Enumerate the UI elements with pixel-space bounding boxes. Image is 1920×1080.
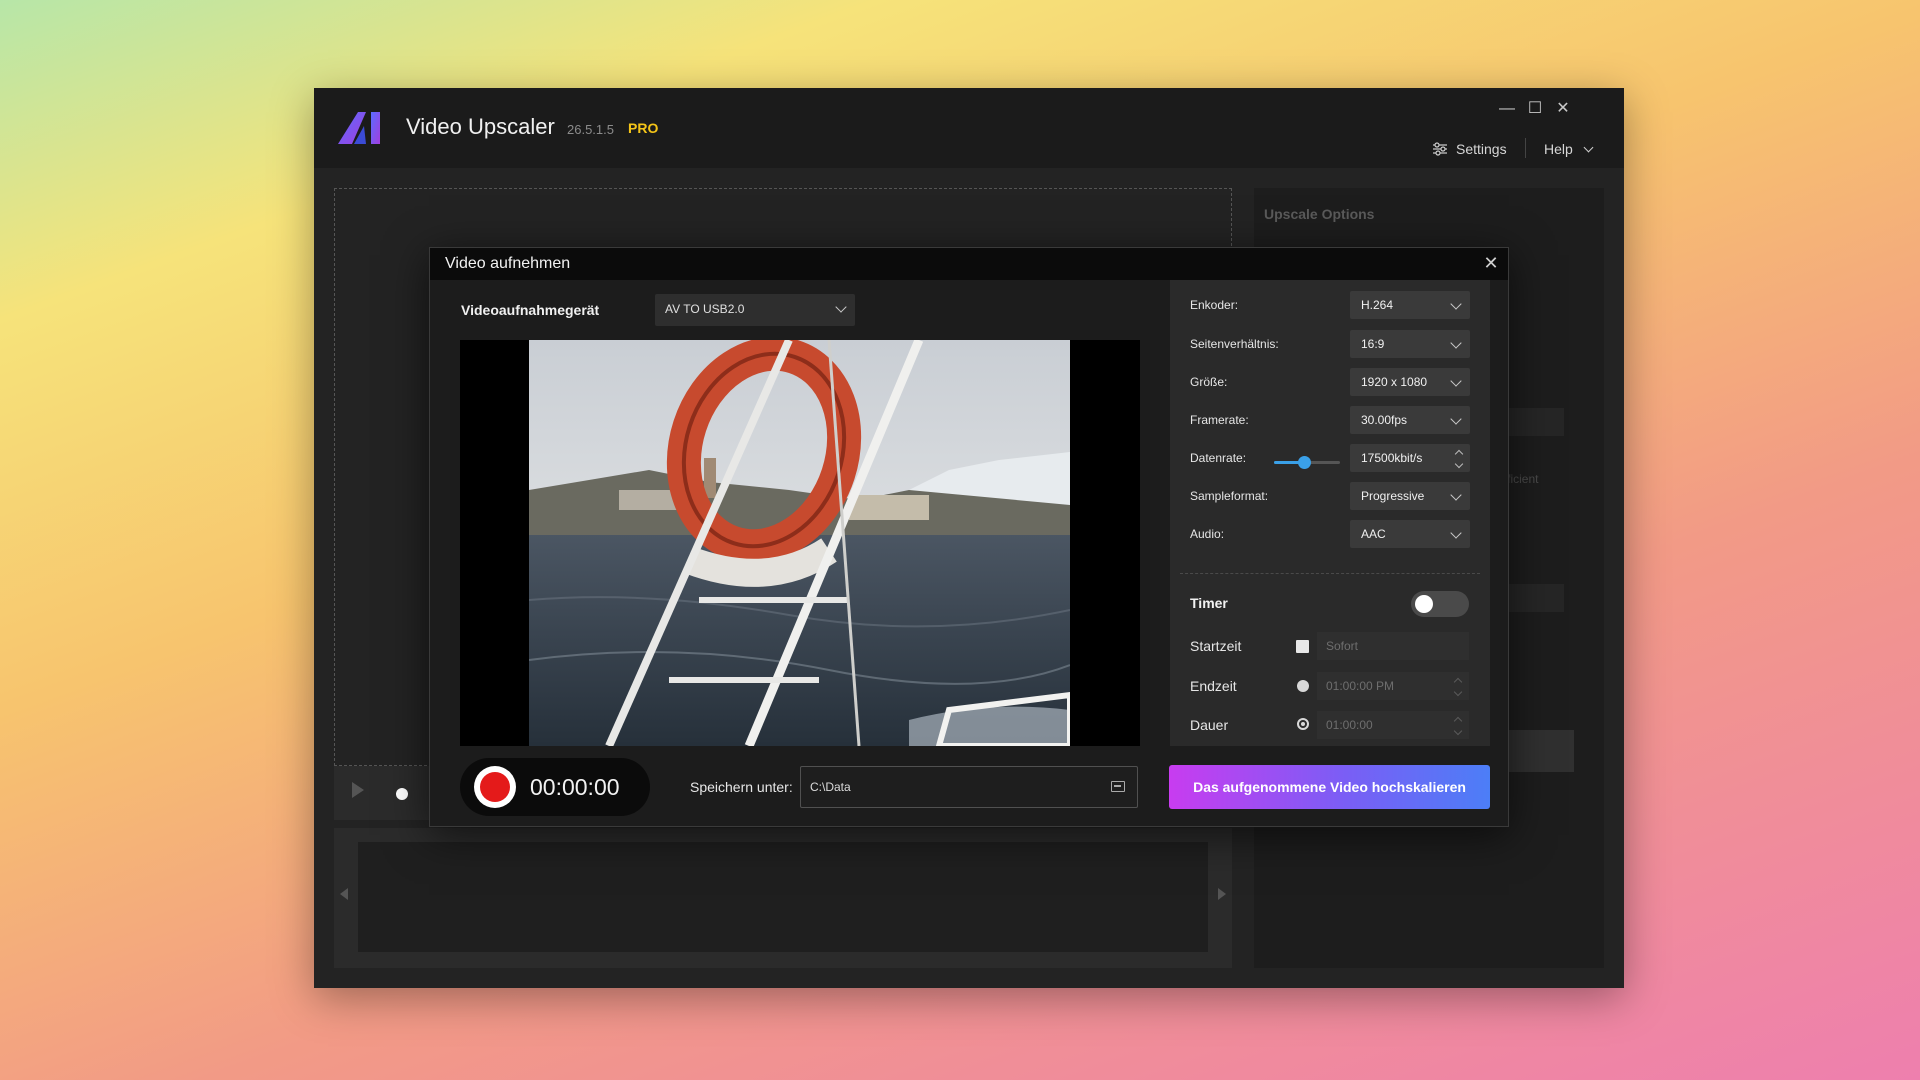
end-time-label: Endzeit (1190, 678, 1237, 694)
sampleformat-select[interactable]: Progressive (1350, 482, 1470, 510)
options-text-fragment: fficient (1504, 472, 1539, 486)
record-icon (480, 772, 510, 802)
duration-label: Dauer (1190, 717, 1229, 733)
bitrate-label: Datenrate: (1190, 451, 1247, 465)
bitrate-slider-thumb[interactable] (1297, 456, 1311, 469)
thumbnail-area (358, 842, 1208, 952)
chevron-down-icon (1450, 527, 1462, 539)
spin-up-icon[interactable] (1453, 716, 1463, 726)
maximize-button[interactable]: ☐ (1522, 98, 1548, 120)
video-preview (460, 340, 1140, 746)
minimize-button[interactable]: — (1494, 98, 1520, 120)
upscale-recorded-video-button[interactable]: Das aufgenommene Video hochskalieren (1169, 765, 1490, 809)
dialog-title-bar: Video aufnehmen ✕ (430, 248, 1508, 280)
chevron-down-icon (1450, 413, 1462, 425)
record-video-dialog: Video aufnehmen ✕ Videoaufnahmegerät AV … (429, 247, 1509, 827)
framerate-value: 30.00fps (1361, 413, 1408, 427)
spin-up-icon[interactable] (1453, 677, 1463, 687)
app-version: 26.5.1.5 (567, 122, 614, 137)
chevron-down-icon (835, 301, 847, 313)
chevron-down-icon (1450, 489, 1462, 501)
size-select[interactable]: 1920 x 1080 (1350, 368, 1470, 396)
title-bar: Video Upscaler 26.5.1.5 PRO — ☐ ✕ Settin… (314, 88, 1624, 168)
encoder-select[interactable]: H.264 (1350, 291, 1470, 319)
end-time-radio[interactable] (1297, 680, 1309, 692)
pro-badge: PRO (628, 120, 659, 136)
aspect-ratio-value: 16:9 (1361, 337, 1385, 351)
scroll-left-icon[interactable] (340, 888, 348, 900)
record-button[interactable] (474, 766, 516, 808)
sampleformat-label: Sampleformat: (1190, 489, 1269, 503)
spin-up-icon[interactable] (1454, 449, 1464, 459)
section-divider (1180, 573, 1480, 574)
timer-label: Timer (1190, 595, 1228, 611)
size-value: 1920 x 1080 (1361, 375, 1428, 389)
save-location-value: C:\Data (810, 780, 851, 794)
close-window-button[interactable]: ✕ (1550, 98, 1576, 120)
duration-radio[interactable] (1297, 718, 1309, 730)
start-time-field[interactable]: Sofort (1317, 632, 1469, 660)
seek-slider-thumb[interactable] (396, 788, 408, 800)
save-location-field[interactable]: C:\Data (800, 766, 1138, 808)
capture-device-value: AV TO USB2.0 (665, 302, 745, 316)
encoder-label: Enkoder: (1190, 298, 1239, 312)
app-logo-icon (338, 112, 380, 144)
spin-down-icon[interactable] (1453, 726, 1463, 736)
audio-select[interactable]: AAC (1350, 520, 1470, 548)
end-time-field[interactable]: 01:00:00 PM (1317, 672, 1469, 700)
framerate-select[interactable]: 30.00fps (1350, 406, 1470, 434)
start-immediately-checkbox[interactable] (1296, 640, 1309, 653)
encoding-settings-panel: Enkoder: H.264 Seitenverhältnis: 16:9 Gr… (1170, 280, 1490, 746)
play-icon[interactable] (352, 782, 364, 798)
header-divider (1525, 138, 1526, 158)
start-time-value: Sofort (1326, 639, 1359, 653)
duration-field[interactable]: 01:00:00 (1317, 711, 1469, 739)
settings-button[interactable]: Settings (1432, 138, 1507, 160)
aspect-ratio-label: Seitenverhältnis: (1190, 337, 1279, 351)
end-time-value: 01:00:00 PM (1326, 679, 1395, 693)
capture-device-select[interactable]: AV TO USB2.0 (655, 294, 855, 326)
capture-device-label: Videoaufnahmegerät (461, 302, 600, 318)
audio-label: Audio: (1190, 527, 1225, 541)
timer-toggle-knob (1415, 595, 1433, 613)
audio-value: AAC (1361, 527, 1386, 541)
help-button[interactable]: Help (1544, 138, 1594, 160)
folder-icon[interactable] (1111, 781, 1125, 792)
app-title: Video Upscaler (406, 114, 555, 139)
chevron-down-icon (1450, 375, 1462, 387)
recording-timer: 00:00:00 (530, 774, 620, 800)
dialog-title: Video aufnehmen (445, 255, 571, 272)
recording-control: 00:00:00 (460, 758, 650, 816)
spin-down-icon[interactable] (1454, 459, 1464, 469)
thumbnail-strip (334, 828, 1232, 968)
aspect-ratio-select[interactable]: 16:9 (1350, 330, 1470, 358)
bitrate-value: 17500kbit/s (1361, 451, 1423, 465)
framerate-label: Framerate: (1190, 413, 1249, 427)
upscale-options-title: Upscale Options (1264, 206, 1375, 222)
settings-label: Settings (1456, 141, 1507, 157)
sampleformat-value: Progressive (1361, 489, 1425, 503)
help-label: Help (1544, 141, 1573, 157)
encoder-value: H.264 (1361, 298, 1394, 312)
spin-down-icon[interactable] (1453, 687, 1463, 697)
settings-sliders-icon (1433, 142, 1447, 156)
chevron-down-icon (1583, 142, 1594, 152)
bitrate-input[interactable]: 17500kbit/s (1350, 444, 1470, 472)
chevron-down-icon (1450, 298, 1462, 310)
save-location-label: Speichern unter: (690, 779, 793, 795)
timer-toggle[interactable] (1411, 591, 1469, 617)
scroll-right-icon[interactable] (1218, 888, 1226, 900)
duration-value: 01:00:00 (1326, 718, 1373, 732)
preview-frame-image (529, 340, 1070, 746)
close-icon[interactable]: ✕ (1480, 252, 1502, 274)
start-time-label: Startzeit (1190, 638, 1242, 654)
size-label: Größe: (1190, 375, 1228, 389)
chevron-down-icon (1450, 337, 1462, 349)
